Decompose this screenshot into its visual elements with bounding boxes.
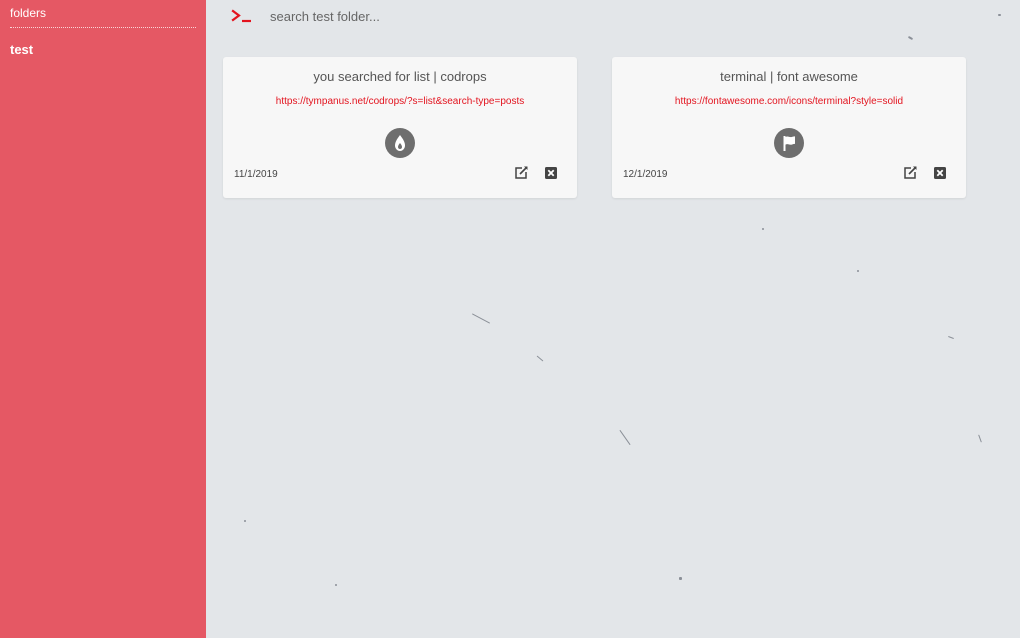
main-area: you searched for list | codrops https://…	[206, 0, 1020, 638]
texture-speck	[998, 14, 1001, 16]
card-title: you searched for list | codrops	[313, 69, 487, 84]
texture-speck	[978, 434, 982, 443]
terminal-prompt-icon	[231, 6, 255, 26]
delete-icon[interactable]	[932, 165, 948, 181]
card-title: terminal | font awesome	[720, 69, 858, 84]
delete-icon[interactable]	[543, 165, 559, 181]
sidebar-header: folders	[10, 6, 196, 28]
card-url-link[interactable]: https://tympanus.net/codrops/?s=list&sea…	[223, 95, 577, 108]
bookmark-card: terminal | font awesome https://fontawes…	[612, 57, 966, 198]
texture-speck	[536, 355, 544, 362]
texture-speck	[907, 35, 914, 41]
sidebar: folders test	[0, 0, 206, 638]
card-url-link[interactable]: https://fontawesome.com/icons/terminal?s…	[612, 95, 966, 108]
edit-icon[interactable]	[513, 165, 529, 181]
fire-drop-icon	[385, 128, 415, 158]
texture-speck	[471, 313, 491, 324]
texture-speck	[619, 429, 631, 446]
texture-speck	[335, 584, 337, 586]
edit-icon[interactable]	[902, 165, 918, 181]
texture-speck	[679, 577, 682, 580]
card-date: 12/1/2019	[623, 169, 668, 180]
sidebar-item-test[interactable]: test	[10, 41, 196, 59]
texture-speck	[857, 270, 859, 272]
search-input[interactable]	[270, 5, 570, 27]
texture-speck	[948, 336, 954, 339]
bookmark-card: you searched for list | codrops https://…	[223, 57, 577, 198]
flag-icon	[774, 128, 804, 158]
card-date: 11/1/2019	[234, 169, 278, 180]
texture-speck	[244, 520, 246, 522]
texture-speck	[762, 228, 764, 230]
